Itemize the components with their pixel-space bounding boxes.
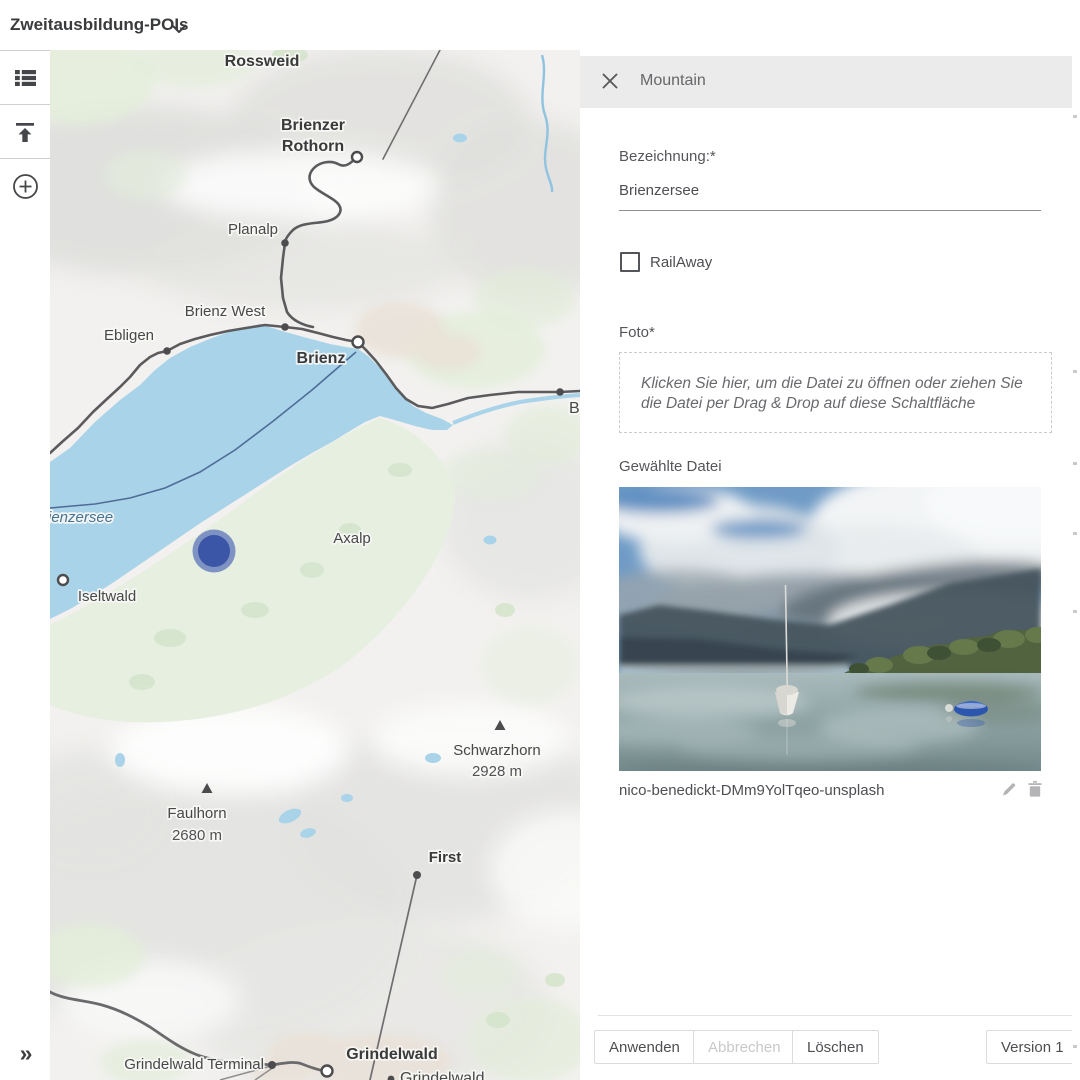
railaway-checkbox[interactable] xyxy=(620,252,640,272)
map-label: Rothorn xyxy=(282,138,344,155)
file-dropzone[interactable]: Klicken Sie hier, um die Datei zu öffnen… xyxy=(619,352,1052,433)
delete-file-button[interactable] xyxy=(1028,781,1042,802)
list-icon xyxy=(15,70,36,86)
scrollbar-mark xyxy=(1073,370,1077,373)
upload-icon xyxy=(15,123,35,142)
left-toolbar xyxy=(0,50,50,1080)
scrollbar-mark xyxy=(1073,115,1077,118)
delete-button[interactable]: Löschen xyxy=(792,1030,879,1064)
map-label: Rossweid xyxy=(225,53,300,70)
scrollbar-mark xyxy=(1073,610,1077,613)
selected-filename: nico-benedickt-DMm9YolTqeo-unsplash xyxy=(619,782,979,799)
double-chevron-right-icon: » xyxy=(20,1040,33,1067)
foto-label: Foto* xyxy=(619,324,655,341)
top-header-bar: Zweitausbildung-POIs xyxy=(0,0,1080,50)
panel-title: Mountain xyxy=(640,72,706,90)
map-label-elevation: 2928 m xyxy=(472,763,522,780)
close-icon xyxy=(602,73,618,89)
scrollbar-mark xyxy=(1073,462,1077,465)
map-label: B xyxy=(569,400,580,417)
cancel-button[interactable]: Abbrechen xyxy=(693,1030,796,1064)
scrollbar-mark xyxy=(1073,532,1077,535)
expand-sidebar-button[interactable]: » xyxy=(10,1036,42,1070)
bezeichnung-input[interactable]: Brienzersee xyxy=(619,182,1041,199)
map-label: Brienz West xyxy=(185,303,266,320)
input-underline xyxy=(619,210,1041,211)
map-label-elevation: 2680 m xyxy=(172,827,222,844)
trash-icon xyxy=(1028,781,1042,797)
map-label: First xyxy=(429,849,462,866)
apply-button[interactable]: Anwenden xyxy=(594,1030,695,1064)
selected-file-label: Gewählte Datei xyxy=(619,458,722,475)
map[interactable]: Rossweid Brienzer Rothorn Planalp Brienz… xyxy=(50,50,580,1080)
panel-header: Mountain xyxy=(580,56,1072,108)
map-label: Grindelwald Terminal xyxy=(124,1056,264,1073)
map-label: Schwarzhorn xyxy=(453,742,541,759)
railaway-label: RailAway xyxy=(650,254,712,271)
edit-panel: Mountain Bezeichnung:* Brienzersee RailA… xyxy=(580,50,1080,1080)
add-circle-icon xyxy=(12,173,39,200)
footer-divider xyxy=(598,1015,1072,1016)
list-button[interactable] xyxy=(0,51,50,105)
map-label: Axalp xyxy=(333,530,371,547)
edit-file-button[interactable] xyxy=(1001,781,1017,802)
poi-marker[interactable] xyxy=(193,530,236,573)
bezeichnung-label: Bezeichnung:* xyxy=(619,148,716,165)
layer-title: Zweitausbildung-POIs xyxy=(10,15,189,35)
version-button[interactable]: Version 1 xyxy=(986,1030,1079,1064)
map-label-lake: ienzersee xyxy=(50,509,113,526)
map-label: Brienzer xyxy=(281,117,345,134)
map-label: Iseltwald xyxy=(78,588,136,605)
upload-button[interactable] xyxy=(0,105,50,159)
map-label: Planalp xyxy=(228,221,278,238)
map-label: Brienz xyxy=(297,350,346,367)
scrollbar-strip[interactable] xyxy=(1072,50,1080,1080)
photo-thumbnail xyxy=(619,487,1041,771)
map-label: Ebligen xyxy=(104,327,154,344)
pencil-icon xyxy=(1001,781,1017,797)
map-label: Faulhorn xyxy=(167,805,226,822)
map-label: Grindelwald xyxy=(400,1070,484,1080)
map-label: Grindelwald xyxy=(346,1046,438,1063)
add-button[interactable] xyxy=(0,159,50,213)
scrollbar-mark xyxy=(1073,1045,1077,1048)
close-button[interactable] xyxy=(602,73,620,91)
app-window: Zweitausbildung-POIs xyxy=(0,0,1080,1080)
chevron-down-icon[interactable] xyxy=(172,21,186,39)
